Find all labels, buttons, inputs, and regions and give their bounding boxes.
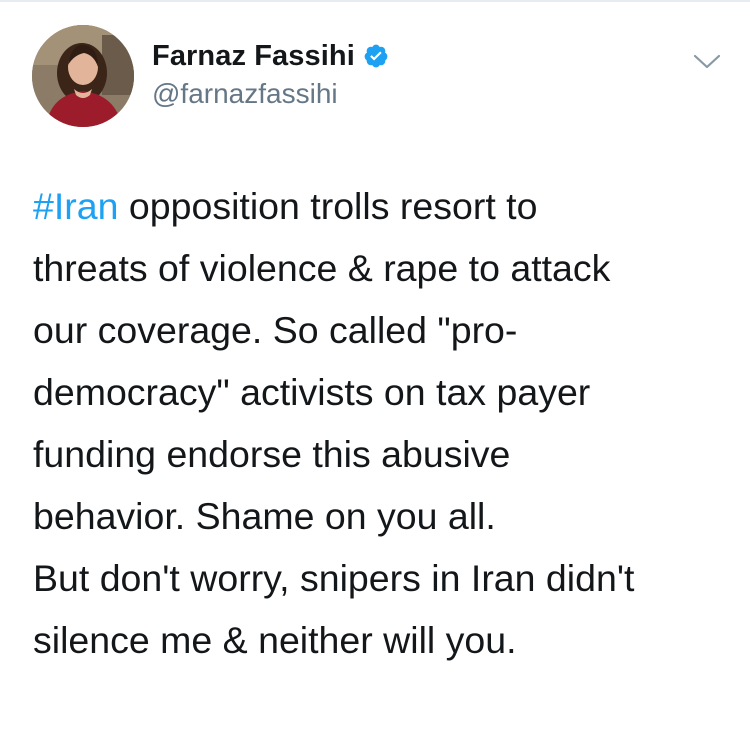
tweet-line: funding endorse this abusive bbox=[33, 433, 511, 475]
name-row: Farnaz Fassihi bbox=[152, 38, 389, 74]
hashtag-link[interactable]: #Iran bbox=[33, 185, 118, 227]
tweet-header: Farnaz Fassihi @farnazfassihi bbox=[152, 38, 389, 110]
tweet-line: threats of violence & rape to attack bbox=[33, 247, 611, 289]
chevron-down-icon bbox=[693, 54, 721, 69]
avatar[interactable] bbox=[32, 25, 134, 127]
tweet-line: #Iran opposition trolls resort to bbox=[33, 175, 733, 237]
tweet-text: #Iran opposition trolls resort to threat… bbox=[33, 175, 733, 671]
tweet-line: silence me & neither will you. bbox=[33, 619, 517, 661]
tweet-line: democracy" activists on tax payer bbox=[33, 371, 591, 413]
tweet-line: behavior. Shame on you all. bbox=[33, 495, 496, 537]
tweet-menu-button[interactable] bbox=[692, 50, 722, 72]
tweet-line-text: opposition trolls resort to bbox=[118, 185, 538, 227]
verified-badge-icon bbox=[363, 43, 389, 69]
user-handle[interactable]: @farnazfassihi bbox=[152, 78, 389, 110]
tweet-line: But don't worry, snipers in Iran didn't bbox=[33, 557, 635, 599]
display-name[interactable]: Farnaz Fassihi bbox=[152, 40, 355, 73]
top-divider bbox=[0, 0, 750, 2]
avatar-photo bbox=[32, 25, 134, 127]
tweet-line: our coverage. So called "pro- bbox=[33, 309, 518, 351]
